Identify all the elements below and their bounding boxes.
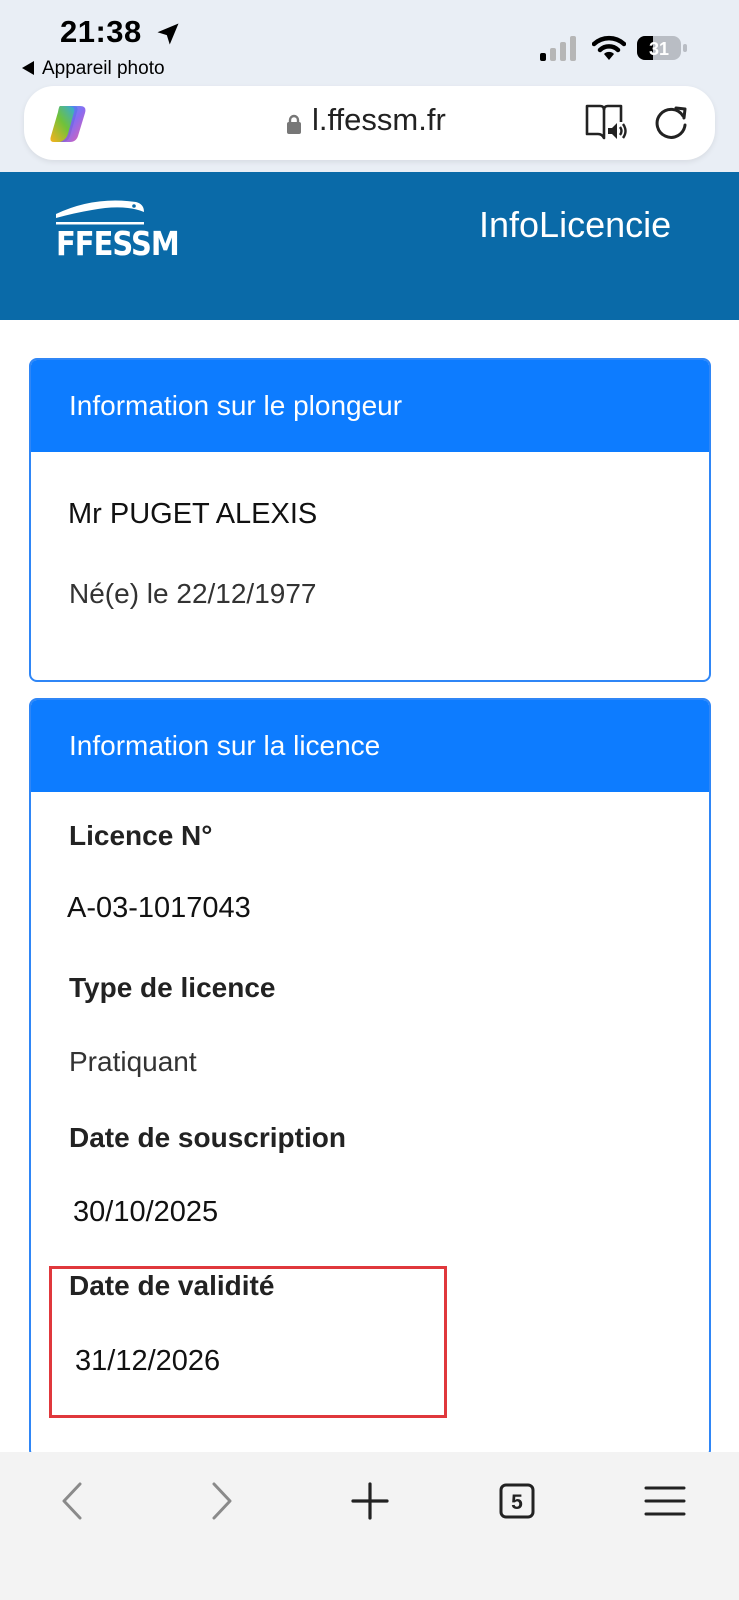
back-arrow-icon[interactable]	[48, 1476, 98, 1526]
address-bar[interactable]: l.ffessm.fr	[24, 86, 715, 160]
back-to-app-link[interactable]: Appareil photo	[22, 58, 165, 80]
wifi-icon	[592, 35, 626, 60]
licence-card-header: Information sur la licence	[31, 700, 709, 792]
reader-aloud-icon[interactable]	[584, 102, 628, 142]
licence-number-label: Licence N°	[69, 820, 213, 851]
diver-name: Mr PUGET ALEXIS	[68, 498, 318, 530]
status-time: 21:38	[60, 14, 142, 49]
lock-icon	[287, 114, 301, 134]
new-tab-plus-icon[interactable]	[345, 1476, 395, 1526]
battery-level: 31	[649, 39, 669, 59]
subscription-date-value: 30/10/2025	[73, 1196, 219, 1228]
diver-birthdate: Né(e) le 22/12/1977	[69, 578, 317, 609]
menu-hamburger-icon[interactable]	[640, 1476, 690, 1526]
tabs-count-icon[interactable]: 5	[492, 1476, 542, 1526]
copilot-icon[interactable]	[46, 102, 90, 146]
reload-icon[interactable]	[652, 104, 690, 142]
diver-info-card: Information sur le plongeur Mr PUGET ALE…	[29, 358, 711, 682]
back-app-label: Appareil photo	[42, 58, 165, 79]
tab-count: 5	[511, 1491, 523, 1514]
back-triangle-icon	[22, 61, 34, 75]
browser-toolbar: 5	[0, 1452, 739, 1600]
logo-text: FFESSM	[56, 224, 180, 264]
forward-arrow-icon[interactable]	[196, 1476, 246, 1526]
site-header: FFESSM InfoLicencie	[0, 172, 739, 320]
cellular-signal-icon	[540, 36, 576, 61]
licence-number-value: A-03-1017043	[67, 892, 251, 924]
subscription-date-label: Date de souscription	[69, 1122, 346, 1153]
validity-highlight-box	[49, 1266, 447, 1418]
site-title: InfoLicencie	[479, 204, 672, 245]
location-arrow-icon	[157, 23, 179, 45]
diver-card-header: Information sur le plongeur	[31, 360, 709, 452]
battery-icon: 31	[637, 36, 687, 60]
url-text[interactable]: l.ffessm.fr	[312, 102, 446, 138]
licence-type-label: Type de licence	[69, 972, 276, 1003]
browser-chrome: 21:38 Appareil photo 31 l.ffessm.fr	[0, 0, 739, 172]
licence-type-value: Pratiquant	[69, 1046, 197, 1077]
